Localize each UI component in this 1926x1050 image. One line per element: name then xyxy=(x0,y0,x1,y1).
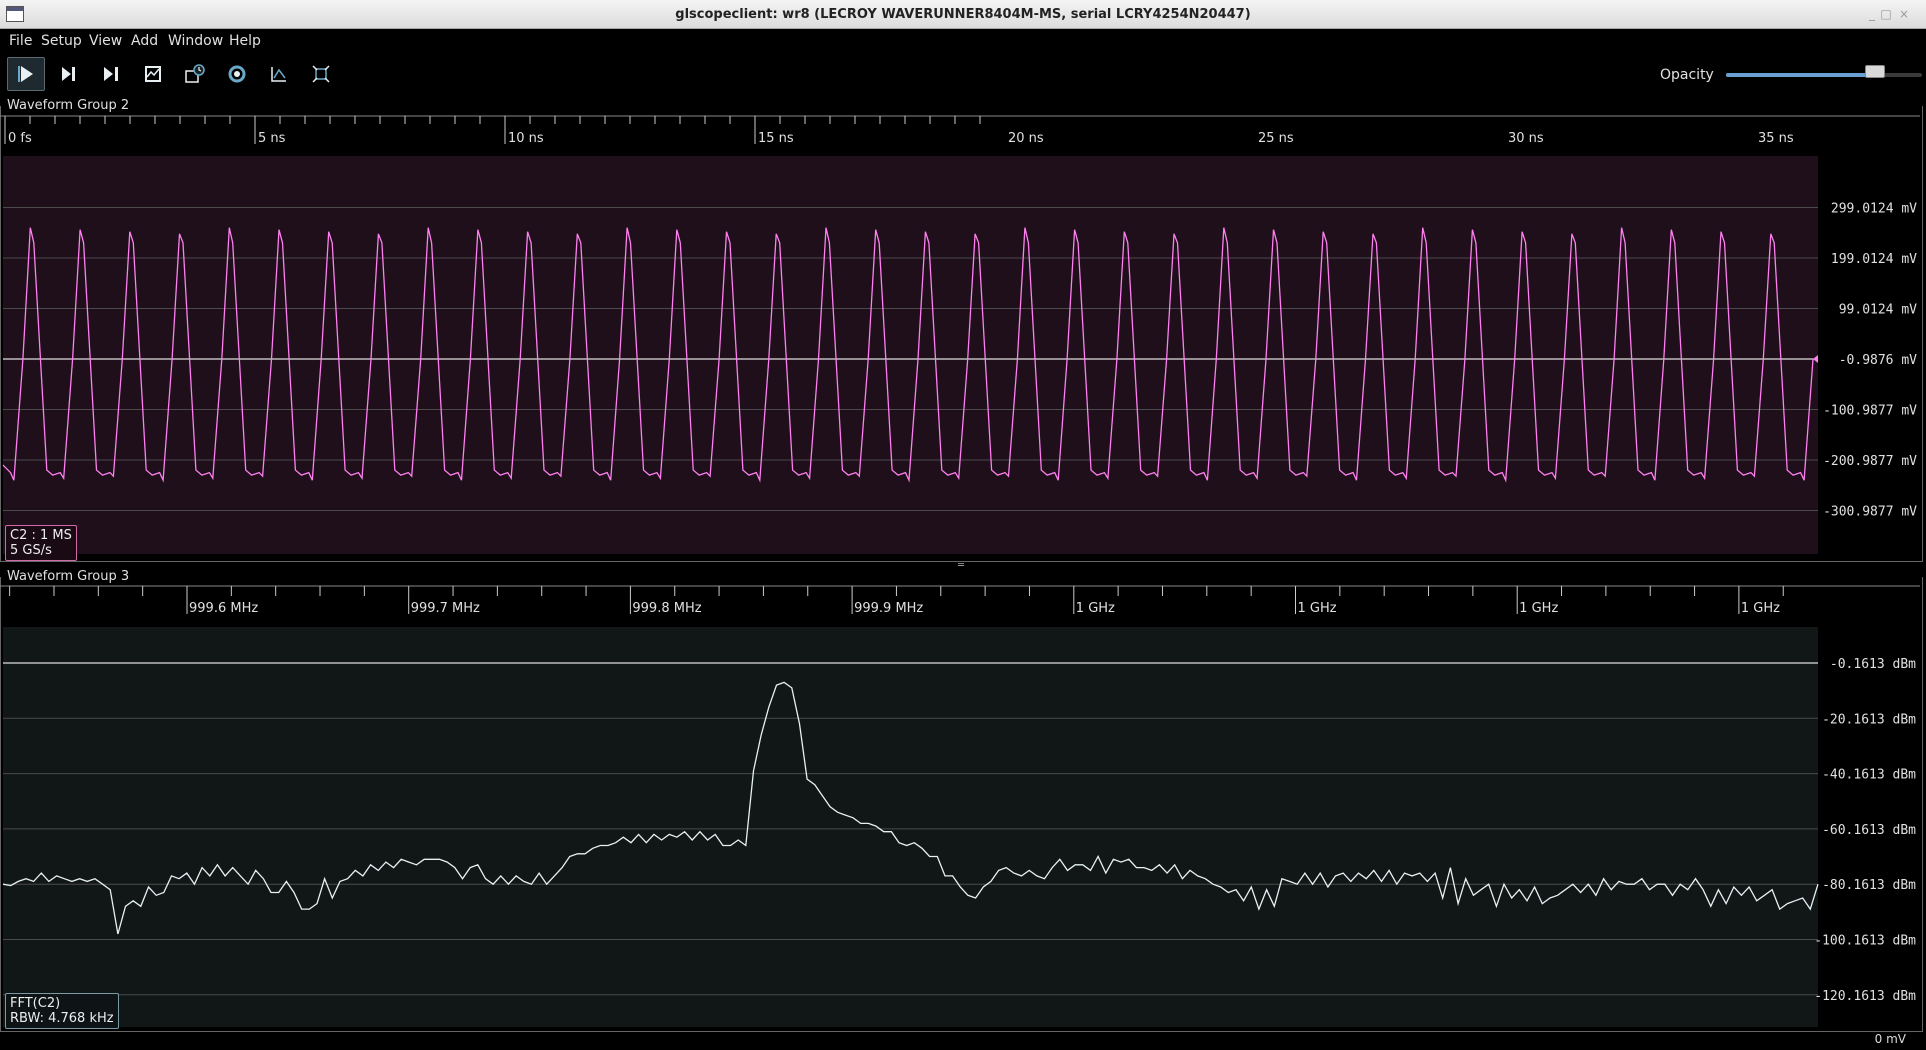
y-axis-label: -100.9877 mV xyxy=(1823,404,1917,419)
y-axis-label: 199.0124 mV xyxy=(1831,252,1917,267)
force-trigger-icon xyxy=(104,67,118,81)
group3-plot-background xyxy=(3,627,1818,1027)
freq-tick-label: 1 GHz xyxy=(1298,601,1337,616)
group3-spectrum-plot[interactable] xyxy=(2,627,1823,1027)
menu-file[interactable]: File xyxy=(9,30,32,52)
force-trigger-button[interactable] xyxy=(92,57,130,91)
group3-frequency-axis[interactable]: 999.6 MHz 999.7 MHz 999.8 MHz 999.9 MHz 1 GH… xyxy=(0,585,1926,626)
opacity-label: Opacity xyxy=(1660,67,1714,83)
fullscreen-icon xyxy=(312,65,330,83)
channel-fft-info[interactable]: FFT(C2) RBW: 4.768 kHz xyxy=(5,993,119,1029)
freq-tick-label: 1 GHz xyxy=(1741,601,1780,616)
y-axis-label: 299.0124 mV xyxy=(1831,202,1917,217)
close-button[interactable]: × xyxy=(1896,6,1912,22)
group2-waveform-plot[interactable] xyxy=(2,156,1823,554)
freq-tick-label: 999.9 MHz xyxy=(854,601,923,616)
history-icon xyxy=(185,64,205,83)
time-tick-label: 15 ns xyxy=(758,131,794,146)
window-title: glscopeclient: wr8 (LECROY WAVERUNNER840… xyxy=(675,7,1251,22)
y-axis-label: -60.1613 dBm xyxy=(1822,823,1916,838)
group2-time-axis[interactable]: 0 fs 5 ns 10 ns 15 ns 20 ns 25 ns 30 ns 35 ns xyxy=(0,115,1926,156)
clear-sweeps-button[interactable] xyxy=(260,57,298,91)
single-trigger-button[interactable] xyxy=(50,57,88,91)
menu-add[interactable]: Add xyxy=(131,30,158,52)
time-tick-label: 30 ns xyxy=(1508,131,1544,146)
opacity-slider-handle[interactable] xyxy=(1864,65,1885,78)
y-axis-label: 99.0124 mV xyxy=(1839,303,1917,318)
y-axis-label: -300.9877 mV xyxy=(1823,505,1917,520)
channel-c2-rate: 5 GS/s xyxy=(10,543,52,558)
time-tick-label: 10 ns xyxy=(508,131,544,146)
time-tick-label: 20 ns xyxy=(1008,131,1044,146)
menu-help[interactable]: Help xyxy=(229,30,261,52)
freq-tick-label: 999.8 MHz xyxy=(632,601,701,616)
start-trigger-icon xyxy=(18,66,33,82)
channel-fft-rbw: RBW: 4.768 kHz xyxy=(10,1011,114,1026)
y-axis-label: -40.1613 dBm xyxy=(1822,768,1916,783)
group3-y-axis[interactable]: -0.1613 dBm -20.1613 dBm -40.1613 dBm -60.1… xyxy=(1808,627,1924,1027)
menubar: File Setup View Add Window Help xyxy=(0,30,1926,52)
y-axis-label: -80.1613 dBm xyxy=(1822,878,1916,893)
refresh-settings-icon xyxy=(228,65,246,83)
freq-tick-label: 1 GHz xyxy=(1076,601,1115,616)
offset-readout: 0 mV xyxy=(1874,1032,1906,1046)
group2-plot-background xyxy=(3,156,1818,554)
opacity-slider-fill xyxy=(1726,73,1875,77)
y-axis-label: -0.9876 mV xyxy=(1839,353,1917,368)
freq-tick-label: 999.7 MHz xyxy=(411,601,480,616)
y-axis-label: -0.1613 dBm xyxy=(1830,657,1916,672)
time-tick-label: 0 fs xyxy=(8,131,32,146)
channel-c2-info[interactable]: C2 : 1 MS 5 GS/s xyxy=(5,525,77,561)
time-tick-label: 25 ns xyxy=(1258,131,1294,146)
stop-trigger-icon xyxy=(145,66,161,82)
refresh-settings-button[interactable] xyxy=(218,57,256,91)
toolbar: Opacity xyxy=(0,53,1926,95)
channel-fft-name: FFT(C2) xyxy=(10,996,61,1011)
start-trigger-button[interactable] xyxy=(7,57,45,91)
y-axis-label: -200.9877 mV xyxy=(1823,454,1917,469)
single-trigger-icon xyxy=(62,67,75,81)
opacity-slider[interactable] xyxy=(1726,73,1922,77)
y-axis-label: -20.1613 dBm xyxy=(1822,712,1916,727)
window-titlebar: glscopeclient: wr8 (LECROY WAVERUNNER840… xyxy=(0,0,1926,29)
freq-tick-label: 999.6 MHz xyxy=(189,601,258,616)
group2-y-axis[interactable]: 299.0124 mV 199.0124 mV 99.0124 mV -0.9876 … xyxy=(1815,156,1925,554)
stop-trigger-button[interactable] xyxy=(134,57,172,91)
menu-window[interactable]: Window xyxy=(168,30,223,52)
freq-tick-label: 1 GHz xyxy=(1519,601,1558,616)
time-tick-label: 5 ns xyxy=(258,131,286,146)
channel-c2-name: C2 : 1 MS xyxy=(10,528,72,543)
time-tick-label: 35 ns xyxy=(1758,131,1794,146)
y-axis-label: -100.1613 dBm xyxy=(1814,934,1916,949)
y-axis-label: -120.1613 dBm xyxy=(1814,989,1916,1004)
fullscreen-button[interactable] xyxy=(302,57,340,91)
menu-view[interactable]: View xyxy=(89,30,122,52)
history-button[interactable] xyxy=(176,57,214,91)
maximize-button[interactable]: □ xyxy=(1878,6,1894,22)
clear-sweeps-icon xyxy=(271,67,286,82)
menu-setup[interactable]: Setup xyxy=(41,30,82,52)
